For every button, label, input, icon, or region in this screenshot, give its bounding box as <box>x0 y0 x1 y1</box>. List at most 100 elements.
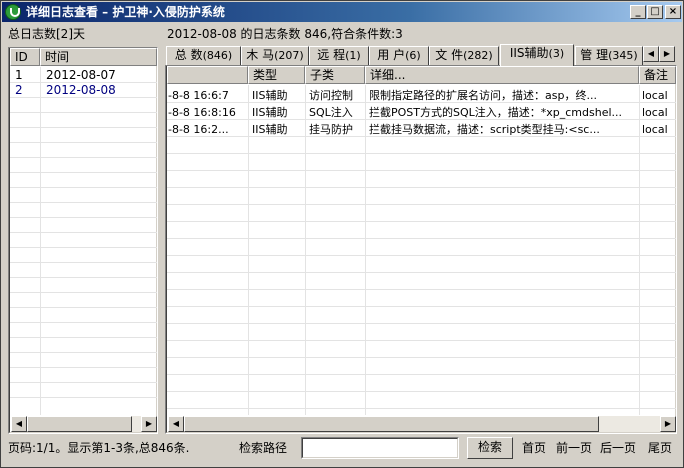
grid-column-line <box>305 85 306 415</box>
grid-line <box>167 204 676 205</box>
log-row-1-type[interactable]: IIS辅助 <box>252 89 287 102</box>
close-button[interactable]: × <box>665 5 681 19</box>
tab-total[interactable]: 总 数(846) <box>166 46 241 65</box>
tab-scroll-left-button[interactable]: ◀ <box>643 46 659 62</box>
log-row-1-detail[interactable]: 限制指定路径的扩展名访问，描述：asp，终... <box>369 89 637 102</box>
column-header-type[interactable]: 类型 <box>248 66 305 84</box>
grid-line <box>167 119 676 120</box>
grid-line <box>10 232 157 233</box>
grid-line <box>167 408 676 409</box>
title-bar[interactable]: 详细日志查看 – 护卫神·入侵防护系统 _ □ × <box>2 2 682 22</box>
log-viewer-window: 详细日志查看 – 护卫神·入侵防护系统 _ □ × 总日志数[2]天 ID 时间… <box>0 0 684 468</box>
window-title: 详细日志查看 – 护卫神·入侵防护系统 <box>26 5 225 19</box>
day-summary-label: 2012-08-08 的日志条数 846,符合条件数:3 <box>167 27 403 41</box>
log-row-2-note[interactable]: local <box>642 106 676 119</box>
grid-line <box>167 221 676 222</box>
prev-page-link[interactable]: 前一页 <box>556 441 592 455</box>
search-path-input[interactable] <box>302 438 458 458</box>
grid-line <box>167 306 676 307</box>
grid-line <box>167 357 676 358</box>
log-row-1-note[interactable]: local <box>642 89 676 102</box>
tab-remote[interactable]: 远 程(1) <box>309 46 369 65</box>
search-path-input-wrap <box>301 437 459 459</box>
grid-line <box>167 340 676 341</box>
grid-line <box>10 352 157 353</box>
total-days-label: 总日志数[2]天 <box>8 27 85 41</box>
tab-user[interactable]: 用 户(6) <box>369 46 429 65</box>
date-list[interactable]: ID 时间 1 2012-08-07 2 2012-08-08 ◀ ▶ <box>8 47 158 434</box>
column-header-subtype[interactable]: 子类 <box>305 66 365 84</box>
grid-line <box>167 374 676 375</box>
column-header-time[interactable]: 时间 <box>40 48 157 66</box>
log-row-3-detail[interactable]: 拦截挂马数据流，描述：script类型挂马:<sc... <box>369 123 637 136</box>
scroll-thumb[interactable] <box>27 416 132 432</box>
tab-file[interactable]: 文 件(282) <box>429 46 499 65</box>
scroll-left-button[interactable]: ◀ <box>168 416 184 432</box>
grid-line <box>10 157 157 158</box>
grid-line <box>10 322 157 323</box>
search-path-label: 检索路径 <box>239 441 288 455</box>
scroll-left-button[interactable]: ◀ <box>11 416 27 432</box>
log-row-3-subtype[interactable]: 挂马防护 <box>309 123 353 136</box>
scroll-right-button[interactable]: ▶ <box>660 416 676 432</box>
tab-trojan[interactable]: 木 马(207) <box>241 46 309 65</box>
column-header-note[interactable]: 备注 <box>639 66 676 84</box>
grid-line <box>10 262 157 263</box>
shield-app-icon <box>5 4 21 20</box>
column-header-id[interactable]: ID <box>10 48 40 66</box>
scroll-thumb[interactable] <box>184 416 599 432</box>
next-page-link[interactable]: 后一页 <box>600 441 636 455</box>
grid-line <box>167 272 676 273</box>
grid-line <box>10 172 157 173</box>
grid-line <box>167 289 676 290</box>
log-row-2-detail[interactable]: 拦截POST方式的SQL注入，描述：*xp_cmdshel... <box>369 106 637 119</box>
grid-line <box>10 112 157 113</box>
grid-line <box>10 187 157 188</box>
grid-line <box>167 187 676 188</box>
log-row-3-time[interactable]: -8-8 16:2... <box>168 123 246 136</box>
minimize-button[interactable]: _ <box>630 5 646 19</box>
tab-iis-assist[interactable]: IIS辅助(3) <box>500 44 574 66</box>
log-row-1-time[interactable]: -8-8 16:6:7 <box>168 89 246 102</box>
grid-line <box>167 391 676 392</box>
grid-line <box>167 136 676 137</box>
grid-line <box>10 292 157 293</box>
grid-line <box>10 82 157 83</box>
date-row-2-id[interactable]: 2 <box>15 84 23 97</box>
log-row-2-type[interactable]: IIS辅助 <box>252 106 287 119</box>
maximize-button[interactable]: □ <box>647 5 663 19</box>
grid-line <box>10 382 157 383</box>
column-header-time[interactable] <box>167 66 248 84</box>
tab-scroll-right-button[interactable]: ▶ <box>659 46 675 62</box>
date-row-1-id[interactable]: 1 <box>15 69 23 82</box>
log-row-3-type[interactable]: IIS辅助 <box>252 123 287 136</box>
tab-manage[interactable]: 管 理(345) <box>575 46 643 65</box>
grid-line <box>10 397 157 398</box>
date-row-1-time[interactable]: 2012-08-07 <box>46 69 116 82</box>
log-table[interactable]: 类型 子类 详细... 备注 -8-8 16:6:7 IIS辅助 访问控制 限制… <box>165 65 677 434</box>
grid-line <box>167 170 676 171</box>
column-header-detail[interactable]: 详细... <box>365 66 639 84</box>
scroll-right-button[interactable]: ▶ <box>141 416 157 432</box>
log-table-hscrollbar[interactable]: ◀ ▶ <box>168 416 676 432</box>
grid-column-line <box>365 85 366 415</box>
date-row-2-time[interactable]: 2012-08-08 <box>46 84 116 97</box>
log-row-2-time[interactable]: -8-8 16:8:16 <box>168 106 246 119</box>
grid-line <box>10 217 157 218</box>
last-page-link[interactable]: 尾页 <box>648 441 672 455</box>
grid-line <box>10 367 157 368</box>
log-row-3-note[interactable]: local <box>642 123 676 136</box>
grid-line <box>10 127 157 128</box>
grid-line <box>10 337 157 338</box>
log-row-1-subtype[interactable]: 访问控制 <box>309 89 353 102</box>
log-row-2-subtype[interactable]: SQL注入 <box>309 106 353 119</box>
grid-line <box>10 97 157 98</box>
grid-line <box>167 153 676 154</box>
date-list-hscrollbar[interactable]: ◀ ▶ <box>11 416 157 432</box>
grid-column-line <box>639 85 640 415</box>
grid-line <box>10 277 157 278</box>
first-page-link[interactable]: 首页 <box>522 441 546 455</box>
search-button[interactable]: 检索 <box>467 437 513 459</box>
grid-line <box>10 202 157 203</box>
grid-column-line <box>40 67 41 415</box>
